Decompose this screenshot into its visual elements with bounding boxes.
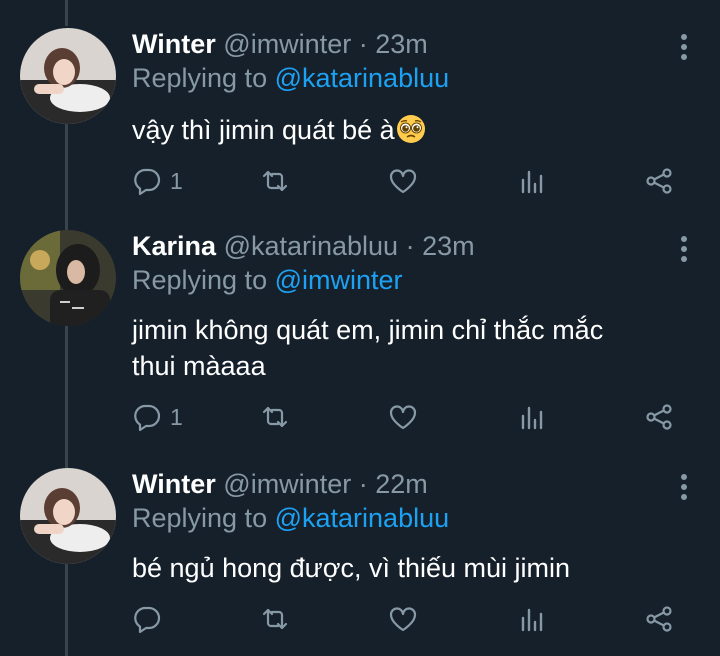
tweet-actions [0,604,720,644]
retweet-icon [262,608,288,630]
tweet-header: Winter @imwinter · 23m [132,28,428,60]
more-options-icon[interactable] [680,34,688,64]
mention-link[interactable]: @katarinabluu [275,63,450,93]
share-button[interactable] [644,604,674,634]
timestamp[interactable]: · 23m [359,29,428,59]
reply-count: 1 [170,167,183,194]
reply-icon [134,168,161,196]
like-button[interactable] [388,604,418,634]
retweet-button[interactable] [260,166,290,196]
share-icon [646,168,672,194]
tweet-text: jimin không quát em, jimin chỉ thắc mắc … [132,312,692,384]
avatar[interactable] [20,468,116,564]
handle[interactable]: @imwinter [223,469,351,499]
tweet-header: Karina @katarinabluu · 23m [132,230,475,262]
avatar-image [20,230,116,326]
handle[interactable]: @imwinter [223,29,351,59]
tweet[interactable]: Winter @imwinter · 23m Replying to @kata… [0,28,720,218]
tweet-text-content: bé ngủ hong được, vì thiếu mùi jimin [132,553,571,583]
tweet-actions: 1 [0,402,720,442]
mention-link[interactable]: @imwinter [275,265,403,295]
retweet-icon [262,406,288,428]
share-button[interactable] [644,402,674,432]
analytics-button[interactable] [518,604,548,634]
avatar[interactable] [20,230,116,326]
share-icon [646,606,672,632]
analytics-button[interactable] [518,166,548,196]
replying-prefix: Replying to [132,503,268,533]
display-name[interactable]: Karina [132,231,216,261]
like-icon [389,607,417,632]
more-options-icon[interactable] [680,474,688,504]
tweet[interactable]: Winter @imwinter · 22m Replying to @kata… [0,468,720,656]
analytics-button[interactable] [518,402,548,432]
tweet-text-content: vậy thì jimin quát bé à [132,115,395,145]
replying-to: Replying to @katarinabluu [132,502,449,534]
like-icon [389,405,417,430]
retweet-icon [262,170,288,192]
share-button[interactable] [644,166,674,196]
display-name[interactable]: Winter [132,29,216,59]
reply-button[interactable] [132,604,170,634]
tweet[interactable]: Karina @katarinabluu · 23m Replying to @… [0,230,720,450]
replying-to: Replying to @katarinabluu [132,62,449,94]
avatar[interactable] [20,28,116,124]
reply-icon [134,404,161,432]
timestamp[interactable]: · 22m [359,469,428,499]
reply-icon [134,606,161,634]
replying-to: Replying to @imwinter [132,264,403,296]
more-options-icon[interactable] [680,236,688,266]
pleading-face-icon [396,115,425,143]
thread-line [65,0,68,26]
tweet-text-line: thui màaaa [132,351,266,381]
share-icon [646,404,672,430]
analytics-icon [521,170,543,194]
replying-prefix: Replying to [132,63,268,93]
retweet-button[interactable] [260,604,290,634]
reply-count: 1 [170,403,183,430]
replying-prefix: Replying to [132,265,268,295]
tweet-header: Winter @imwinter · 22m [132,468,428,500]
avatar-image [20,28,116,124]
display-name[interactable]: Winter [132,469,216,499]
timestamp[interactable]: · 23m [406,231,475,261]
tweet-text: bé ngủ hong được, vì thiếu mùi jimin [132,550,692,586]
handle[interactable]: @katarinabluu [224,231,399,261]
avatar-image [20,468,116,564]
like-icon [389,169,417,194]
retweet-button[interactable] [260,402,290,432]
tweet-actions: 1 [0,166,720,206]
like-button[interactable] [388,166,418,196]
tweet-text: vậy thì jimin quát bé à [132,112,692,148]
like-button[interactable] [388,402,418,432]
mention-link[interactable]: @katarinabluu [275,503,450,533]
analytics-icon [521,406,543,430]
reply-button[interactable]: 1 [132,166,183,196]
tweet-text-line: jimin không quát em, jimin chỉ thắc mắc [132,315,604,345]
reply-button[interactable]: 1 [132,402,183,432]
analytics-icon [521,608,543,632]
